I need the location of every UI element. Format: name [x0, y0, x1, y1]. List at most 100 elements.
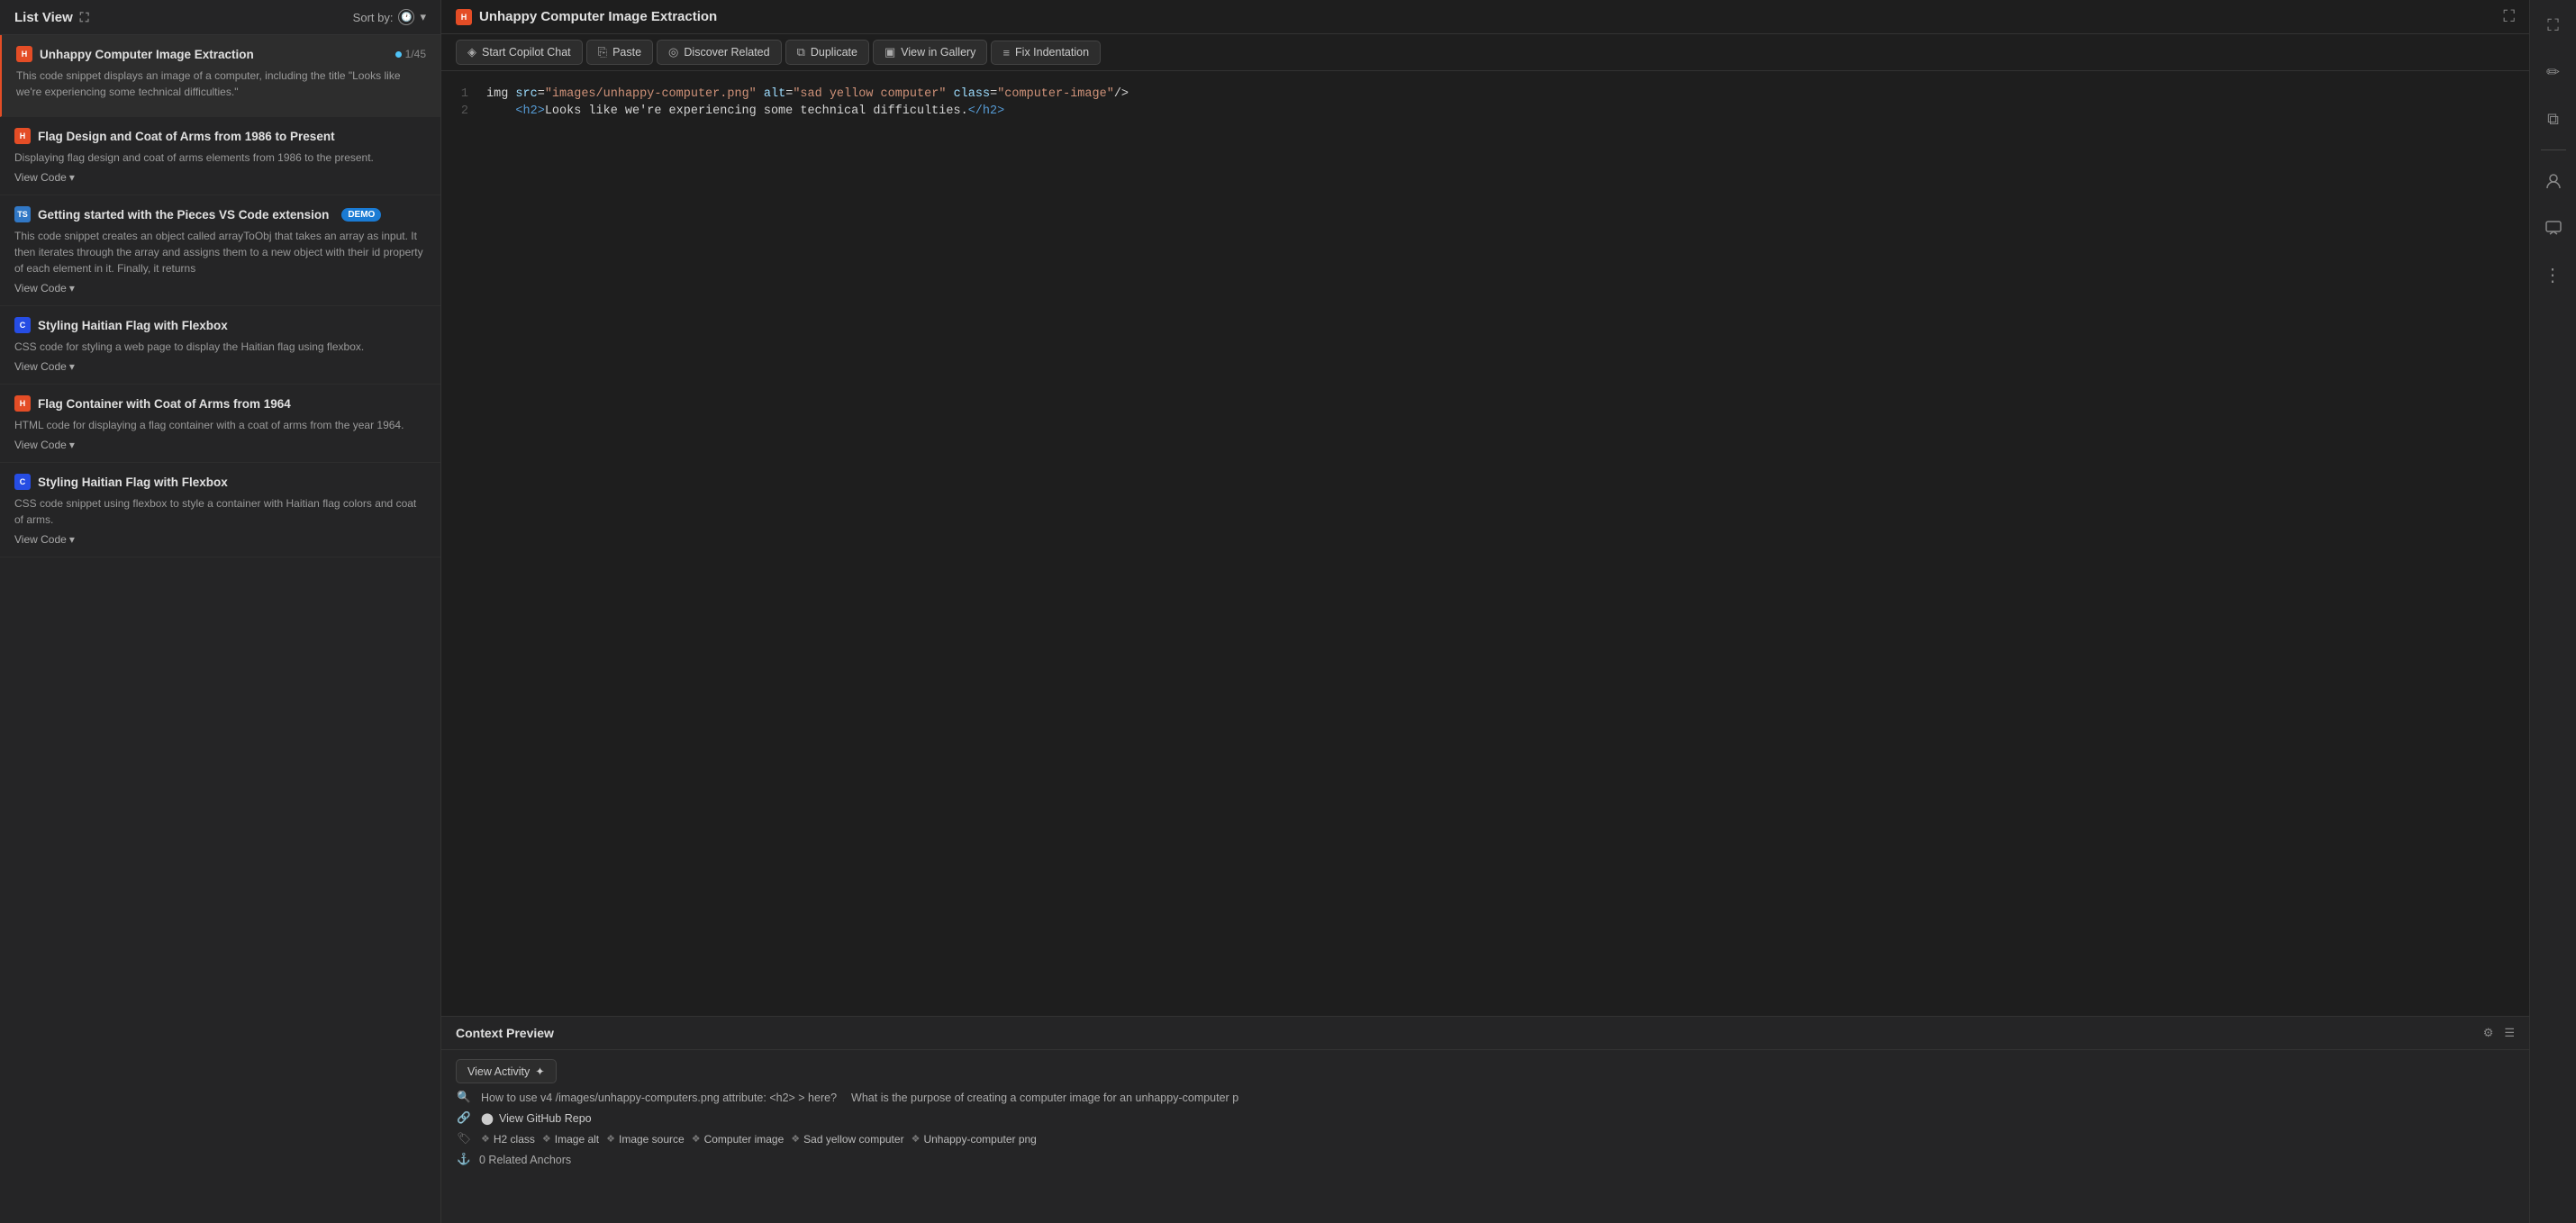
- item-desc: CSS code snippet using flexbox to style …: [14, 495, 426, 528]
- item-desc: This code snippet displays an image of a…: [16, 68, 426, 100]
- view-activity-button[interactable]: View Activity ✦: [456, 1059, 557, 1083]
- github-icon: ⬤: [481, 1111, 494, 1125]
- item-name: Flag Container with Coat of Arms from 19…: [38, 397, 291, 411]
- list-item[interactable]: H Flag Design and Coat of Arms from 1986…: [0, 117, 440, 195]
- item-dot: [395, 51, 402, 58]
- tags-row: 🏷 ❖ H2 class ❖ Image alt ❖ Image source: [456, 1132, 2515, 1146]
- paste-icon: ⎘: [598, 45, 607, 59]
- item-desc: Displaying flag design and coat of arms …: [14, 149, 426, 166]
- left-panel: List View ⛶ Sort by: 🕐 ▾ H Unhappy Compu…: [0, 0, 441, 1223]
- lang-badge-css: C: [14, 474, 31, 490]
- anchors-row: ⚓ 0 Related Anchors: [456, 1153, 2515, 1166]
- item-title: H Unhappy Computer Image Extraction: [16, 46, 254, 62]
- tag-prefix-icon: ❖: [912, 1133, 921, 1145]
- tag-label: Image source: [619, 1133, 685, 1146]
- item-count: 1/45: [395, 48, 426, 60]
- edit-icon[interactable]: ✏: [2537, 56, 2570, 88]
- list-item[interactable]: H Unhappy Computer Image Extraction 1/45…: [0, 35, 440, 117]
- discover-related-button[interactable]: ◎ Discover Related: [657, 40, 782, 65]
- questions-row: 🔍 How to use v4 /images/unhappy-computer…: [456, 1091, 2515, 1104]
- question-2[interactable]: What is the purpose of creating a comput…: [851, 1092, 1238, 1104]
- list-item[interactable]: H Flag Container with Coat of Arms from …: [0, 385, 440, 463]
- duplicate-button[interactable]: ⧉ Duplicate: [785, 40, 869, 65]
- tag-item[interactable]: ❖ Image alt: [542, 1133, 599, 1146]
- sort-by-label: Sort by:: [353, 11, 394, 24]
- demo-badge: DEMO: [341, 208, 381, 222]
- github-row: 🔗 ⬤ View GitHub Repo: [456, 1111, 2515, 1125]
- sort-clock-icon[interactable]: 🕐: [398, 9, 414, 25]
- sort-chevron-icon[interactable]: ▾: [420, 10, 426, 24]
- person-icon[interactable]: [2537, 165, 2570, 197]
- line-content: img src="images/unhappy-computer.png" al…: [486, 87, 1129, 101]
- line-number: 2: [441, 104, 486, 118]
- paste-button[interactable]: ⎘ Paste: [586, 40, 653, 65]
- item-name: Styling Haitian Flag with Flexbox: [38, 319, 228, 332]
- tag-item[interactable]: ❖ H2 class: [481, 1133, 535, 1146]
- view-in-gallery-button[interactable]: ▣ View in Gallery: [873, 40, 987, 65]
- tag-prefix-icon: ❖: [542, 1133, 551, 1145]
- main-header: H Unhappy Computer Image Extraction ⛶: [441, 0, 2529, 34]
- list-item[interactable]: C Styling Haitian Flag with Flexbox CSS …: [0, 463, 440, 557]
- divider: [2541, 149, 2566, 150]
- list-items: H Unhappy Computer Image Extraction 1/45…: [0, 35, 440, 1223]
- context-header-icons: ⚙ ☰: [2483, 1026, 2515, 1040]
- code-line: 2 <h2>Looks like we're experiencing some…: [441, 103, 2529, 120]
- view-code-btn[interactable]: View Code ▾: [14, 533, 426, 546]
- list-item[interactable]: TS Getting started with the Pieces VS Co…: [0, 195, 440, 306]
- code-area: 1 img src="images/unhappy-computer.png" …: [441, 71, 2529, 1016]
- context-preview-title: Context Preview: [456, 1026, 554, 1040]
- left-header: List View ⛶ Sort by: 🕐 ▾: [0, 0, 440, 35]
- tag-item[interactable]: ❖ Computer image: [692, 1133, 785, 1146]
- tag-label: Unhappy-computer png: [923, 1133, 1036, 1146]
- fullscreen-icon[interactable]: ⛶: [2537, 9, 2570, 41]
- settings-icon[interactable]: ⚙: [2483, 1026, 2494, 1040]
- view-code-btn[interactable]: View Code ▾: [14, 282, 426, 294]
- lang-badge-css: C: [14, 317, 31, 333]
- lang-badge-ts: TS: [14, 206, 31, 222]
- tag-label: Image alt: [555, 1133, 599, 1146]
- sort-by-control[interactable]: Sort by: 🕐 ▾: [353, 9, 426, 25]
- more-options-icon[interactable]: ⋮: [2537, 258, 2570, 291]
- gallery-icon: ▣: [884, 45, 895, 59]
- tag-prefix-icon: ❖: [606, 1133, 615, 1145]
- item-name: Unhappy Computer Image Extraction: [40, 48, 254, 61]
- tag-item[interactable]: ❖ Sad yellow computer: [791, 1133, 903, 1146]
- tag-item[interactable]: ❖ Unhappy-computer png: [912, 1133, 1037, 1146]
- item-name: Getting started with the Pieces VS Code …: [38, 208, 329, 222]
- context-preview: Context Preview ⚙ ☰ View Activity ✦ 🔍 Ho…: [441, 1016, 2529, 1223]
- expand-icon[interactable]: ⛶: [80, 10, 89, 25]
- item-desc: HTML code for displaying a flag containe…: [14, 417, 426, 433]
- view-activity-label: View Activity: [467, 1065, 530, 1078]
- tag-prefix-icon: ❖: [791, 1133, 800, 1145]
- anchor-icon: ⚓: [456, 1153, 472, 1166]
- github-link[interactable]: ⬤ View GitHub Repo: [481, 1111, 592, 1125]
- duplicate-icon: ⧉: [797, 45, 805, 59]
- copy-icon[interactable]: ⧉: [2537, 103, 2570, 135]
- lang-badge-html: H: [16, 46, 32, 62]
- menu-icon[interactable]: ☰: [2504, 1026, 2515, 1040]
- lang-badge-html: H: [14, 395, 31, 412]
- tag-prefix-icon: ❖: [481, 1133, 490, 1145]
- item-title: TS Getting started with the Pieces VS Co…: [14, 206, 381, 222]
- right-sidebar: ⛶ ✏ ⧉ ⋮: [2529, 0, 2576, 1223]
- activity-icon: ✦: [535, 1064, 544, 1078]
- left-panel-title: List View ⛶: [14, 10, 89, 25]
- view-code-btn[interactable]: View Code ▾: [14, 439, 426, 451]
- link-icon: 🔗: [456, 1111, 472, 1125]
- context-preview-header: Context Preview ⚙ ☰: [441, 1017, 2529, 1050]
- start-copilot-chat-button[interactable]: ◈ Start Copilot Chat: [456, 40, 583, 65]
- view-code-btn[interactable]: View Code ▾: [14, 171, 426, 184]
- discover-icon: ◎: [668, 45, 678, 59]
- main-title: H Unhappy Computer Image Extraction: [456, 9, 2494, 25]
- fix-indentation-button[interactable]: ≡ Fix Indentation: [991, 41, 1101, 65]
- list-item[interactable]: C Styling Haitian Flag with Flexbox CSS …: [0, 306, 440, 385]
- github-link-label: View GitHub Repo: [499, 1112, 592, 1125]
- anchors-label: 0 Related Anchors: [479, 1154, 571, 1166]
- item-title: H Flag Container with Coat of Arms from …: [14, 395, 291, 412]
- view-code-btn[interactable]: View Code ▾: [14, 360, 426, 373]
- question-1[interactable]: How to use v4 /images/unhappy-computers.…: [481, 1092, 837, 1104]
- message-icon[interactable]: [2537, 212, 2570, 244]
- fullscreen-icon[interactable]: ⛶: [2503, 7, 2515, 26]
- tag-item[interactable]: ❖ Image source: [606, 1133, 685, 1146]
- tag-label: Sad yellow computer: [803, 1133, 903, 1146]
